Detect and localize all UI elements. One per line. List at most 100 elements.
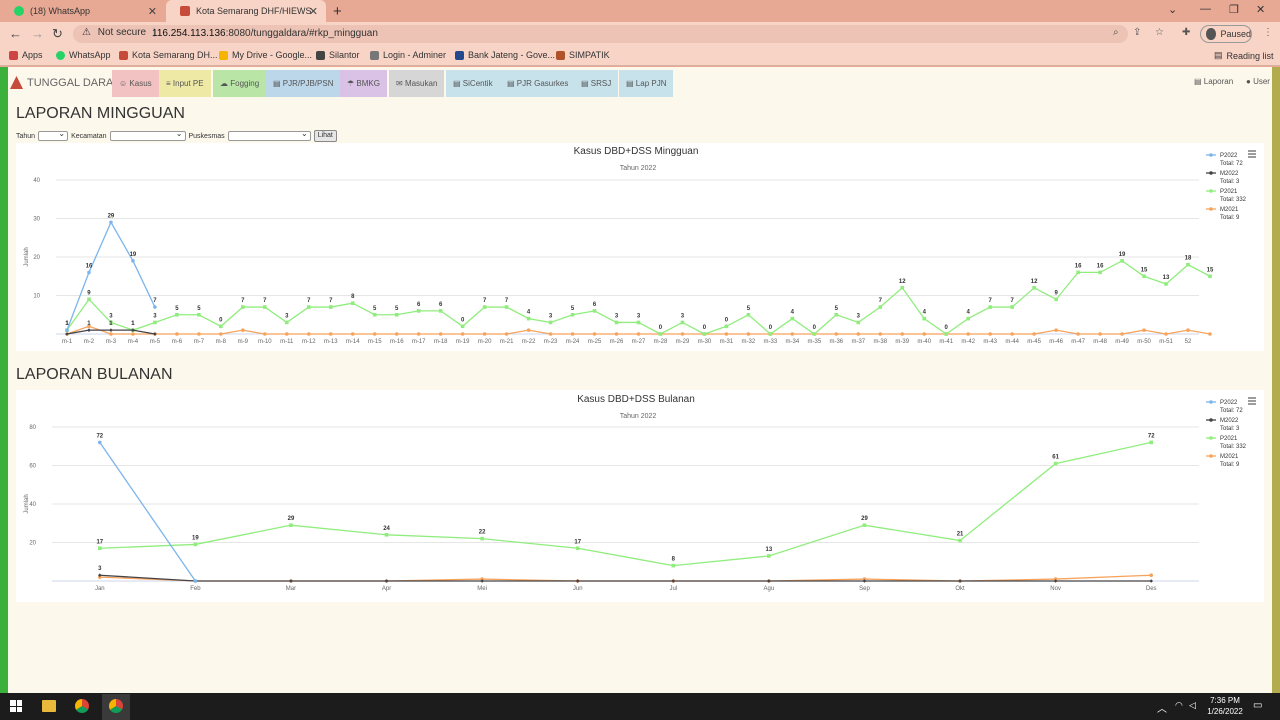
clock[interactable]: 7:36 PM 1/26/2022: [1200, 695, 1250, 717]
bookmark-google-drive[interactable]: My Drive - Google...: [219, 50, 312, 60]
data-label: 29: [861, 516, 868, 522]
user-link[interactable]: ● User: [1246, 77, 1270, 86]
forward-icon[interactable]: →: [31, 26, 44, 41]
close-tab-icon[interactable]: ✕: [148, 5, 157, 18]
lihat-button[interactable]: Lihat: [313, 130, 337, 142]
profile-button[interactable]: Paused: [1200, 25, 1252, 43]
menu-bmkg[interactable]: ☂ BMKG: [340, 70, 387, 97]
bookmark-apps[interactable]: Apps: [9, 50, 43, 60]
menu-input-pe[interactable]: ≡ Input PE: [159, 70, 211, 97]
x-tick-label: m-10: [258, 339, 272, 345]
data-point: [671, 563, 676, 568]
data-label: 8: [672, 557, 676, 563]
data-point: [548, 332, 553, 336]
close-tab-icon[interactable]: ✕: [309, 5, 318, 18]
new-tab-icon[interactable]: +: [333, 3, 342, 20]
data-point: [944, 332, 949, 336]
extensions-icon[interactable]: ✚: [1182, 27, 1190, 38]
bookmark-label: SIMPATIK: [569, 50, 610, 60]
chart-title: Kasus DBD+DSS Bulanan: [577, 394, 695, 405]
avatar: [1206, 28, 1217, 40]
menu-label: Lap PJN: [635, 79, 667, 88]
bookmark-simpatik[interactable]: SIMPATIK: [556, 50, 610, 60]
tray-chevron-icon[interactable]: ︿: [1157, 700, 1167, 715]
data-point: [1010, 305, 1014, 309]
windows-start-icon[interactable]: [10, 700, 22, 712]
reload-icon[interactable]: ↻: [52, 26, 63, 42]
minimize-icon[interactable]: —: [1200, 3, 1211, 15]
bookmark-kota-semarang[interactable]: Kota Semarang DH...: [119, 50, 218, 60]
data-label: 4: [791, 310, 795, 316]
data-point: [548, 320, 553, 325]
tahun-select[interactable]: [38, 129, 69, 141]
back-icon[interactable]: ←: [9, 26, 22, 41]
chrome-icon[interactable]: [75, 699, 89, 713]
data-point: [460, 332, 465, 336]
legend-series-total: Total: 72: [1220, 408, 1243, 414]
bookmark-star-icon[interactable]: ☆: [1155, 27, 1164, 38]
data-label: 18: [1185, 256, 1192, 262]
laporan-label: Laporan: [1203, 77, 1234, 86]
data-point: [504, 332, 509, 336]
data-label: 21: [957, 532, 964, 538]
zoom-icon[interactable]: ⌕: [1113, 27, 1119, 38]
url-text[interactable]: 116.254.113.136:8080/tunggaldara/#rkp_mi…: [152, 28, 378, 39]
kecamatan-select[interactable]: [109, 129, 186, 141]
reading-list[interactable]: ▤ Reading list: [1214, 50, 1274, 61]
data-point: [263, 305, 267, 309]
laporan-link[interactable]: ▤ Laporan: [1194, 77, 1233, 86]
volume-icon[interactable]: ◁: [1189, 700, 1196, 711]
data-label: 3: [549, 313, 553, 319]
data-point: [724, 332, 729, 336]
menu-pjr-gasurkes[interactable]: ▤ PJR Gasurkes: [500, 70, 576, 97]
tab-whatsapp[interactable]: (18) WhatsApp ✕: [0, 0, 165, 22]
menu-srsj[interactable]: ▤ SRSJ: [574, 70, 619, 97]
tab-label: (18) WhatsApp: [30, 6, 91, 16]
data-label: 5: [571, 306, 575, 312]
data-point: [263, 332, 267, 336]
bookmark-adminer[interactable]: Login - Adminer: [370, 50, 446, 60]
menu-label: PJR Gasurkes: [516, 79, 569, 88]
menu-pjr[interactable]: ▤ PJR/PJB/PSN: [266, 70, 341, 97]
data-point: [1076, 270, 1080, 275]
x-tick-label: Sep: [859, 586, 870, 592]
menu-sicentik[interactable]: ▤ SiCentik: [446, 70, 500, 97]
x-tick-label: m-33: [764, 339, 778, 345]
site-favicon-icon: [119, 50, 128, 60]
menu-kasus[interactable]: ☺ Kasus: [112, 70, 159, 97]
app-brand[interactable]: TUNGGAL DARA: [10, 76, 113, 89]
data-label: 72: [1148, 433, 1155, 439]
notification-icon[interactable]: ▭: [1253, 700, 1262, 711]
share-icon[interactable]: ⇪: [1133, 27, 1141, 38]
puskesmas-select[interactable]: [227, 129, 311, 141]
x-tick-label: m-51: [1159, 339, 1173, 345]
menu-masukan[interactable]: ✉ Masukan: [389, 70, 445, 97]
x-tick-label: Mar: [286, 586, 296, 592]
tab-search-icon[interactable]: ⌄: [1168, 3, 1177, 16]
menu-kebab-icon[interactable]: ⋮: [1263, 27, 1273, 38]
data-label: 6: [593, 302, 597, 308]
bookmark-bank-jateng[interactable]: Bank Jateng - Gove...: [455, 50, 555, 60]
data-label: 19: [130, 252, 137, 258]
restore-icon[interactable]: ❐: [1229, 3, 1239, 16]
bookmark-silantor[interactable]: Silantor: [316, 50, 360, 60]
data-label: 5: [373, 306, 377, 312]
data-point: [175, 332, 179, 336]
x-tick-label: m-21: [500, 339, 514, 345]
data-point: [1149, 440, 1154, 445]
legend-series-name: P2021: [1220, 436, 1238, 442]
bookmark-whatsapp[interactable]: WhatsApp: [56, 50, 111, 60]
menu-fogging[interactable]: ☁ Fogging: [213, 70, 267, 97]
file-explorer-icon[interactable]: [42, 700, 56, 712]
chrome-profile-icon[interactable]: [109, 699, 123, 713]
data-point: [1054, 297, 1058, 302]
network-icon[interactable]: ◠: [1175, 700, 1183, 711]
tab-kota-semarang[interactable]: Kota Semarang DHF/HIEWS ✕: [166, 0, 326, 22]
data-label: 3: [285, 313, 289, 319]
close-window-icon[interactable]: ✕: [1256, 3, 1265, 16]
menu-lap-pjn[interactable]: ▤ Lap PJN: [619, 70, 674, 97]
data-point: [768, 332, 773, 336]
bookmark-label: Login - Adminer: [383, 50, 447, 60]
data-point: [1149, 573, 1154, 578]
x-tick-label: m-8: [216, 339, 227, 345]
